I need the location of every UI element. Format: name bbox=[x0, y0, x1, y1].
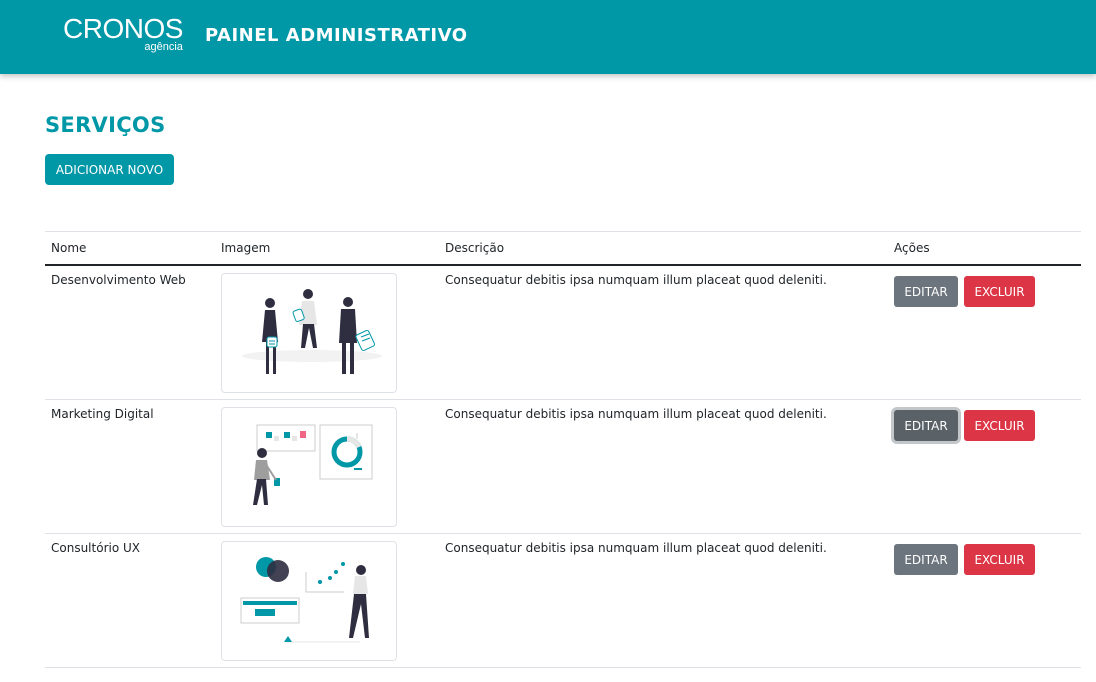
service-description: Consequatur debitis ipsa numquam illum p… bbox=[439, 399, 888, 534]
analytics-board-illustration bbox=[221, 407, 397, 527]
column-header-description: Descrição bbox=[439, 231, 888, 266]
page-title: SERVIÇOS bbox=[45, 113, 166, 137]
service-description: Consequatur debitis ipsa numquam illum p… bbox=[439, 265, 888, 400]
column-header-actions: Ações bbox=[888, 231, 1081, 266]
services-table: Nome Imagem Descrição Ações Desenvolvime… bbox=[45, 231, 1081, 668]
service-name: Desenvolvimento Web bbox=[45, 265, 215, 400]
column-header-name: Nome bbox=[45, 231, 215, 266]
table-row: Consultório UX Consequatur debitis ipsa … bbox=[45, 533, 1081, 668]
team-people-illustration bbox=[221, 273, 397, 393]
brand-logo[interactable]: CRONOS agência bbox=[63, 14, 183, 53]
delete-button[interactable]: EXCLUIR bbox=[964, 410, 1035, 441]
service-name: Consultório UX bbox=[45, 533, 215, 668]
edit-button[interactable]: EDITAR bbox=[894, 544, 958, 575]
add-new-button[interactable]: ADICIONAR NOVO bbox=[45, 154, 174, 185]
panel-title: PAINEL ADMINISTRATIVO bbox=[205, 25, 468, 46]
edit-button[interactable]: EDITAR bbox=[894, 276, 958, 307]
service-name: Marketing Digital bbox=[45, 399, 215, 534]
brand-name: CRONOS bbox=[63, 13, 183, 44]
service-description: Consequatur debitis ipsa numquam illum p… bbox=[439, 533, 888, 668]
edit-button[interactable]: EDITAR bbox=[894, 410, 958, 441]
table-row: Desenvolvimento Web Consequatur debitis … bbox=[45, 265, 1081, 400]
delete-button[interactable]: EXCLUIR bbox=[964, 544, 1035, 575]
table-row: Marketing Digital Consequatur debitis ip… bbox=[45, 399, 1081, 534]
delete-button[interactable]: EXCLUIR bbox=[964, 276, 1035, 307]
top-navbar: CRONOS agência PAINEL ADMINISTRATIVO bbox=[0, 0, 1096, 74]
column-header-image: Imagem bbox=[215, 231, 439, 266]
table-header-row: Nome Imagem Descrição Ações bbox=[45, 231, 1081, 266]
ux-charts-illustration bbox=[221, 541, 397, 661]
